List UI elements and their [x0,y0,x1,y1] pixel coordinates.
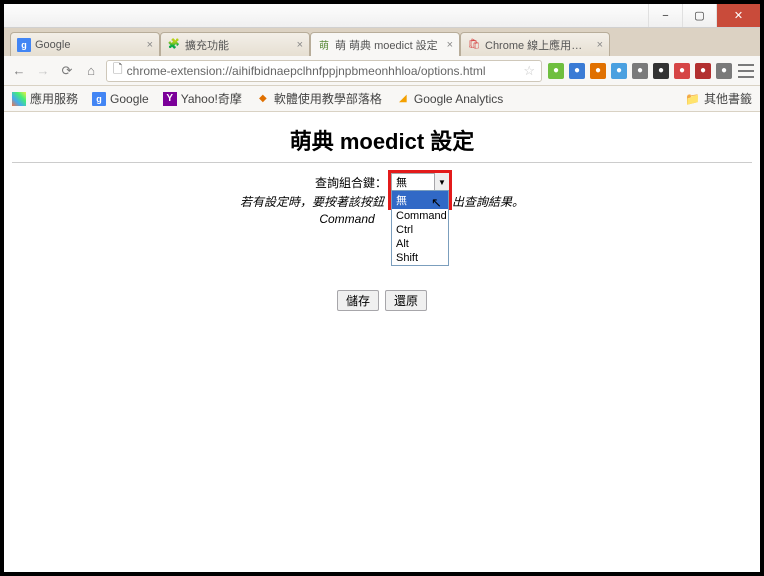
folder-icon: 📁 [685,92,700,106]
extension-icon[interactable]: ● [590,63,606,79]
extension-icon[interactable]: ● [716,63,732,79]
help-text-right: 出查詢結果。 [452,193,524,210]
extension-icon[interactable]: ● [695,63,711,79]
tab-strip: g Google × 🧩 擴充功能 × 萌 萌 萌典 moedict 設定 × … [4,28,760,56]
combo-dropdown: 無 Command Ctrl Alt Shift [391,190,449,266]
help-text-row: 若有設定時，要按著該按鈕 出查詢結果。 [12,193,752,210]
tab-extensions[interactable]: 🧩 擴充功能 × [160,32,310,56]
bookmark-analytics[interactable]: ◢ Google Analytics [396,92,503,106]
close-icon[interactable]: × [297,39,303,51]
help-text-left: 若有設定時，要按著該按鈕 [240,193,384,210]
analytics-icon: ◢ [396,92,410,106]
option-none[interactable]: 無 [392,191,448,209]
other-bookmarks-button[interactable]: 📁 其他書籤 [685,90,752,107]
browser-window: − ▢ ✕ g Google × 🧩 擴充功能 × 萌 萌 萌典 moedict… [0,0,764,576]
combo-label: 查詢組合鍵： [315,174,387,191]
close-icon[interactable]: × [597,39,603,51]
combo-select[interactable]: 無 ▼ 無 Command Ctrl Alt Shift ↖ [391,173,449,191]
bookmark-label: 軟體使用教學部落格 [274,90,382,107]
puzzle-icon: 🧩 [167,38,181,52]
other-bookmarks-label: 其他書籤 [704,90,752,107]
nav-toolbar: ← → ⟳ ⌂ 🗋 chrome-extension://aihifbidnae… [4,56,760,86]
address-bar[interactable]: 🗋 chrome-extension://aihifbidnaepclhnfpp… [106,60,542,82]
help-sub-text: Command [319,212,374,226]
tab-label: Google [35,39,143,51]
extension-icon[interactable]: ● [674,63,690,79]
option-ctrl[interactable]: Ctrl [392,223,448,237]
bookmark-star-icon[interactable]: ☆ [523,63,535,79]
extension-icon[interactable]: ● [569,63,585,79]
bookmark-label: Google Analytics [414,92,503,106]
extension-icon[interactable]: ● [611,63,627,79]
option-command[interactable]: Command [392,209,448,223]
save-button[interactable]: 儲存 [337,290,379,311]
extension-icons: ● ● ● ● ● ● ● ● ● [548,63,732,79]
bookmarks-bar: 應用服務 g Google Y Yahoo!奇摩 ◆ 軟體使用教學部落格 ◢ G… [4,86,760,112]
close-icon[interactable]: × [147,39,153,51]
option-alt[interactable]: Alt [392,237,448,251]
reload-button[interactable]: ⟳ [58,62,76,80]
tab-webstore[interactable]: 🛍 Chrome 線上應用程式商店 × [460,32,610,56]
bookmark-blog[interactable]: ◆ 軟體使用教學部落格 [256,90,382,107]
bookmark-google[interactable]: g Google [92,92,149,106]
google-icon: g [92,92,106,106]
bookmark-yahoo[interactable]: Y Yahoo!奇摩 [163,90,242,107]
extension-icon[interactable]: ● [653,63,669,79]
tab-moedict-options[interactable]: 萌 萌 萌典 moedict 設定 × [310,32,460,56]
combo-key-row: 查詢組合鍵： 無 ▼ 無 Command Ctrl Alt Shift ↖ [12,173,752,191]
option-shift[interactable]: Shift [392,251,448,265]
webstore-icon: 🛍 [467,38,481,52]
tab-label: 萌 萌典 moedict 設定 [335,37,443,53]
page-icon: 🗋 [113,60,123,81]
forward-button[interactable]: → [34,62,52,80]
chevron-down-icon[interactable]: ▼ [434,173,449,191]
moedict-icon: 萌 [317,38,331,52]
menu-button[interactable] [738,64,754,78]
tab-label: 擴充功能 [185,37,293,53]
back-button[interactable]: ← [10,62,28,80]
divider [12,162,752,163]
window-maximize-button[interactable]: ▢ [682,4,716,27]
bookmark-label: Yahoo!奇摩 [181,90,242,107]
page-title: 萌典 moedict 設定 [12,124,752,156]
apps-icon [12,92,26,106]
window-close-button[interactable]: ✕ [716,4,760,27]
extension-icon[interactable]: ● [632,63,648,79]
yahoo-icon: Y [163,92,177,106]
home-button[interactable]: ⌂ [82,62,100,80]
help-sub-row: Command [12,212,752,226]
apps-button[interactable]: 應用服務 [12,90,78,107]
window-minimize-button[interactable]: − [648,4,682,27]
apps-label: 應用服務 [30,90,78,107]
close-icon[interactable]: × [447,39,453,51]
window-titlebar: − ▢ ✕ [4,4,760,28]
button-row: 儲存 還原 [12,290,752,311]
google-favicon: g [17,38,31,52]
tab-google[interactable]: g Google × [10,32,160,56]
page-content: 萌典 moedict 設定 查詢組合鍵： 無 ▼ 無 Command Ctrl … [4,112,760,323]
url-text: chrome-extension://aihifbidnaepclhnfppjn… [127,64,520,78]
blog-icon: ◆ [256,92,270,106]
extension-icon[interactable]: ● [548,63,564,79]
tab-label: Chrome 線上應用程式商店 [485,37,593,53]
bookmark-label: Google [110,92,149,106]
reset-button[interactable]: 還原 [385,290,427,311]
